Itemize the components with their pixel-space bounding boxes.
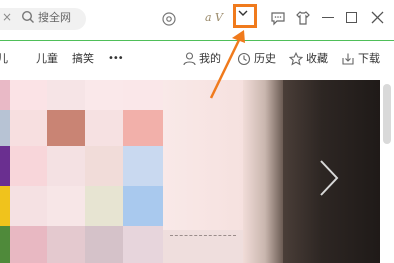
clear-search-icon[interactable]: × bbox=[2, 10, 12, 24]
history-icon bbox=[237, 52, 251, 66]
next-arrow-icon[interactable] bbox=[318, 158, 340, 198]
download-icon bbox=[342, 53, 354, 65]
nav-item-funny[interactable]: 搞笑 bbox=[72, 52, 94, 66]
nav-item-partial[interactable]: 儿 bbox=[0, 52, 8, 66]
scrollbar[interactable] bbox=[383, 84, 391, 144]
nav-history[interactable]: 历史 bbox=[254, 52, 276, 66]
minimize-icon[interactable] bbox=[322, 17, 334, 19]
message-icon[interactable] bbox=[270, 11, 286, 26]
nav-download[interactable]: 下载 bbox=[358, 52, 380, 66]
vip-icon[interactable]: a V bbox=[205, 11, 223, 24]
skin-icon[interactable] bbox=[295, 10, 311, 26]
nav-more-button[interactable]: ••• bbox=[108, 52, 124, 66]
chevron-down-icon bbox=[238, 10, 248, 16]
nav-item-kids[interactable]: 儿童 bbox=[36, 52, 58, 66]
nav-bar bbox=[0, 41, 394, 77]
settings-icon[interactable] bbox=[161, 11, 177, 27]
close-icon[interactable] bbox=[371, 11, 384, 24]
search-icon bbox=[21, 10, 34, 23]
search-input[interactable]: 搜全网 bbox=[38, 11, 71, 24]
favorite-icon bbox=[289, 52, 303, 66]
nav-my[interactable]: 我的 bbox=[199, 52, 221, 66]
maximize-icon[interactable] bbox=[346, 12, 357, 23]
user-icon bbox=[183, 52, 196, 66]
nav-favorites[interactable]: 收藏 bbox=[306, 52, 328, 66]
